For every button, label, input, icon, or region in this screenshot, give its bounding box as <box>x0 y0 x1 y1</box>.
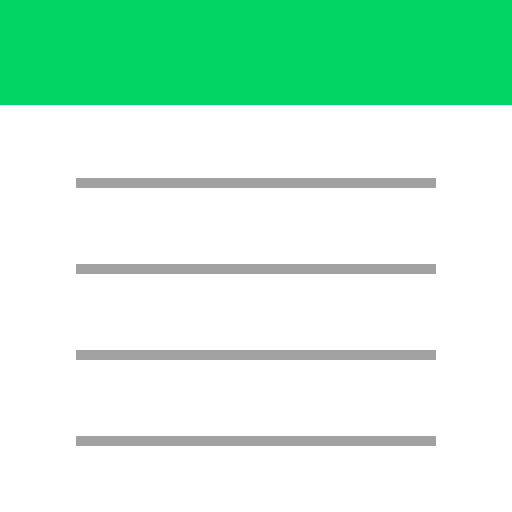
text-line <box>76 350 436 360</box>
text-line <box>76 436 436 446</box>
notes-app-icon <box>0 0 512 512</box>
header-band <box>0 0 512 105</box>
text-line <box>76 178 436 188</box>
text-line <box>76 264 436 274</box>
text-lines <box>76 178 436 512</box>
